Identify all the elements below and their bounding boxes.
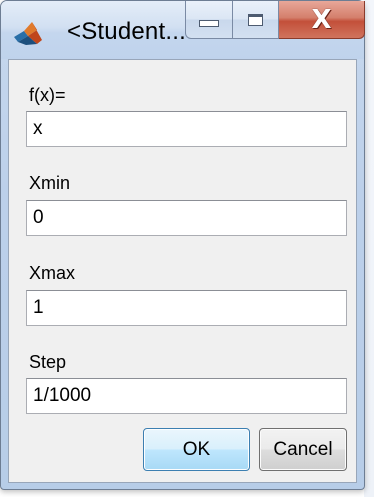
fx-input[interactable] xyxy=(26,111,347,147)
window-controls: X xyxy=(185,1,365,41)
matlab-logo-icon[interactable] xyxy=(13,20,43,46)
xmax-label: Xmax xyxy=(29,263,76,283)
step-label: Step xyxy=(29,352,67,372)
minimize-icon xyxy=(199,20,219,27)
desktop-background xyxy=(364,0,374,497)
xmin-input[interactable] xyxy=(26,200,347,236)
xmax-input[interactable] xyxy=(26,290,347,326)
xmin-label: Xmin xyxy=(29,173,71,193)
dialog-window: <Student... X f(x)= Xmin Xmax Step OK Ca… xyxy=(0,0,365,490)
window-title: <Student... xyxy=(67,18,186,45)
close-icon: X xyxy=(311,4,332,35)
close-button[interactable]: X xyxy=(279,1,365,39)
dialog-body: f(x)= Xmin Xmax Step xyxy=(8,59,357,483)
cancel-button[interactable]: Cancel xyxy=(259,428,347,471)
ok-button[interactable]: OK xyxy=(143,428,250,471)
fx-label: f(x)= xyxy=(29,85,66,105)
maximize-button[interactable] xyxy=(233,1,279,39)
minimize-button[interactable] xyxy=(185,1,233,39)
maximize-icon xyxy=(248,13,263,26)
step-input[interactable] xyxy=(26,378,347,414)
title-bar[interactable]: <Student... X xyxy=(1,1,365,59)
